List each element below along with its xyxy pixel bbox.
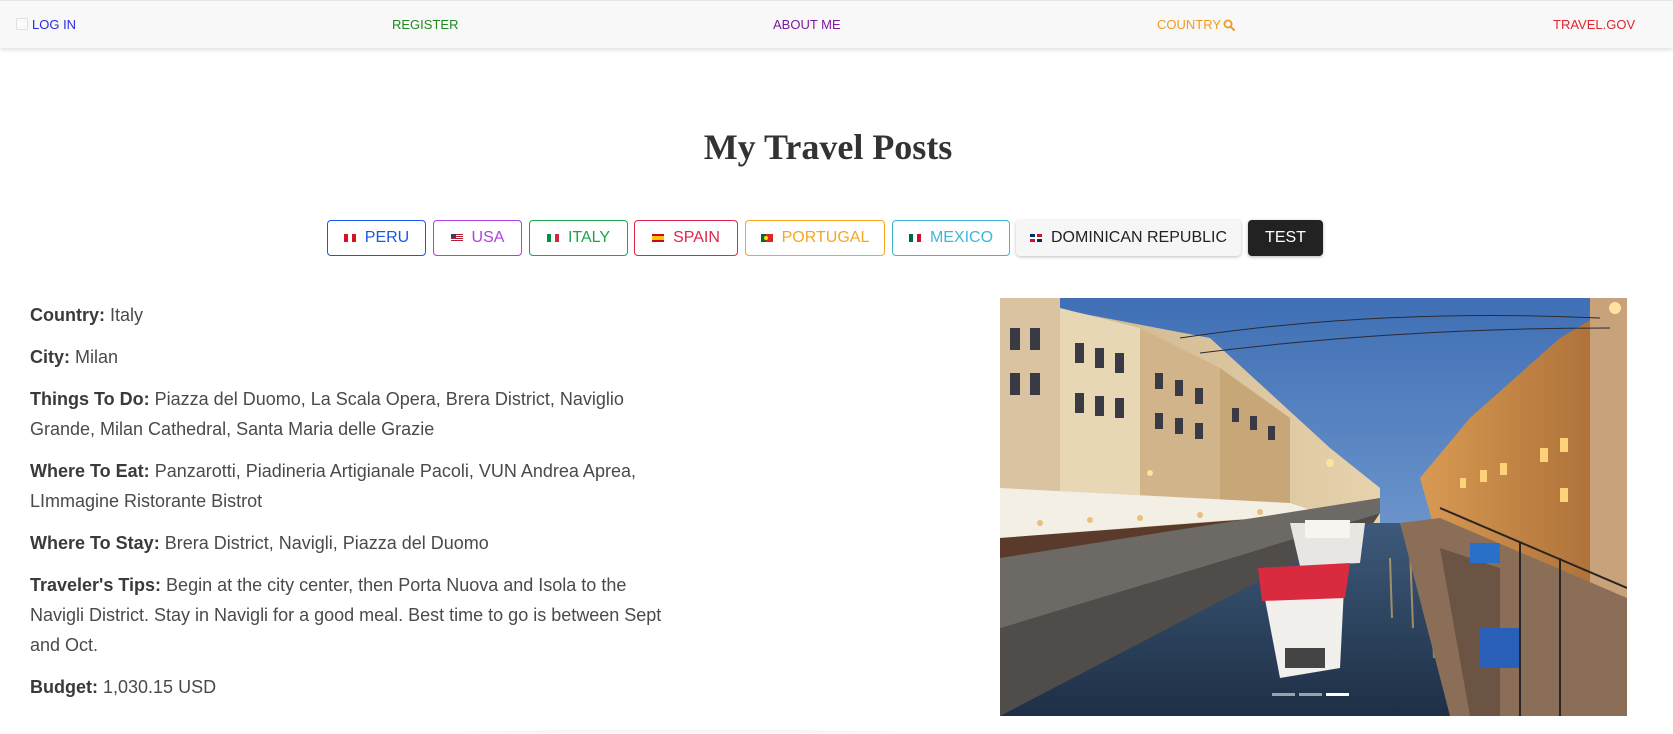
page-title: My Travel Posts xyxy=(703,127,953,167)
nav-login-label: LOG IN xyxy=(32,17,77,32)
nav-login-link[interactable]: LOG IN xyxy=(16,18,76,32)
top-navbar: LOG IN REGISTER ABOUT ME COUNTRY TRAVEL.… xyxy=(0,0,1673,48)
canal-scene-illustration xyxy=(1000,298,1627,716)
carousel-indicators xyxy=(1272,693,1349,696)
detail-label: Where To Eat: xyxy=(30,461,150,481)
portugal-flag-icon xyxy=(760,234,773,242)
mexico-flag-icon xyxy=(908,234,921,242)
detail-where-to-stay: Where To Stay: Brera District, Navigli, … xyxy=(30,528,670,558)
filter-label: ITALY xyxy=(567,229,611,246)
filter-label: PERU xyxy=(364,229,410,246)
filter-dominican-republic-button[interactable]: DOMINICAN REPUBLIC xyxy=(1016,220,1241,256)
filter-label: PORTUGAL xyxy=(781,229,870,246)
detail-where-to-eat: Where To Eat: Panzarotti, Piadineria Art… xyxy=(30,456,670,516)
detail-travelers-tips: Traveler's Tips: Begin at the city cente… xyxy=(30,570,670,660)
filter-label: SPAIN xyxy=(673,229,720,246)
detail-label: Traveler's Tips: xyxy=(30,575,162,595)
filter-usa-button[interactable]: USA xyxy=(433,220,522,256)
peru-flag-icon xyxy=(343,234,356,242)
filter-peru-button[interactable]: PERU xyxy=(327,220,426,256)
nav-about-link[interactable]: ABOUT ME xyxy=(773,18,841,32)
filter-label: DOMINICAN REPUBLIC xyxy=(1050,229,1228,246)
detail-label: Things To Do: xyxy=(30,389,150,409)
spain-flag-icon xyxy=(652,234,665,242)
filter-italy-button[interactable]: ITALY xyxy=(529,220,628,256)
carousel-indicator-3[interactable] xyxy=(1326,693,1349,696)
detail-label: Country: xyxy=(30,305,105,325)
broken-image-icon xyxy=(16,18,28,30)
filter-test-button[interactable]: TEST xyxy=(1248,220,1323,256)
detail-country: Country: Italy xyxy=(30,300,670,330)
detail-things-to-do: Things To Do: Piazza del Duomo, La Scala… xyxy=(30,384,670,444)
detail-city: City: Milan xyxy=(30,342,670,372)
detail-label: City: xyxy=(30,347,70,367)
post-details: Country: Italy City: Milan Things To Do:… xyxy=(30,300,670,714)
carousel-indicator-1[interactable] xyxy=(1272,693,1295,696)
milan-navigli-canal-photo[interactable] xyxy=(1000,298,1627,716)
carousel-indicator-2[interactable] xyxy=(1299,693,1322,696)
filter-label: MEXICO xyxy=(929,229,994,246)
detail-value: Brera District, Navigli, Piazza del Duom… xyxy=(164,533,489,553)
italy-flag-icon xyxy=(546,234,559,242)
detail-value: 1,030.15 USD xyxy=(103,677,217,697)
filter-mexico-button[interactable]: MEXICO xyxy=(892,220,1010,256)
detail-budget: Budget: 1,030.15 USD xyxy=(30,672,670,702)
nav-country-link[interactable]: COUNTRY xyxy=(1157,17,1236,34)
detail-label: Budget: xyxy=(30,677,98,697)
nav-register-link[interactable]: REGISTER xyxy=(392,18,458,32)
dominican-republic-flag-icon xyxy=(1029,234,1042,242)
nav-travel-gov-link[interactable]: TRAVEL.GOV xyxy=(1553,18,1635,32)
nav-country-label: COUNTRY xyxy=(1157,17,1222,32)
detail-value: Milan xyxy=(75,347,119,367)
detail-value: Italy xyxy=(110,305,144,325)
filter-label: USA xyxy=(471,229,505,246)
filter-spain-button[interactable]: SPAIN xyxy=(634,220,738,256)
footer-shadow-divider xyxy=(460,730,900,734)
filter-portugal-button[interactable]: PORTUGAL xyxy=(745,220,885,256)
usa-flag-icon xyxy=(450,234,463,242)
detail-label: Where To Stay: xyxy=(30,533,160,553)
search-icon xyxy=(1223,19,1236,34)
